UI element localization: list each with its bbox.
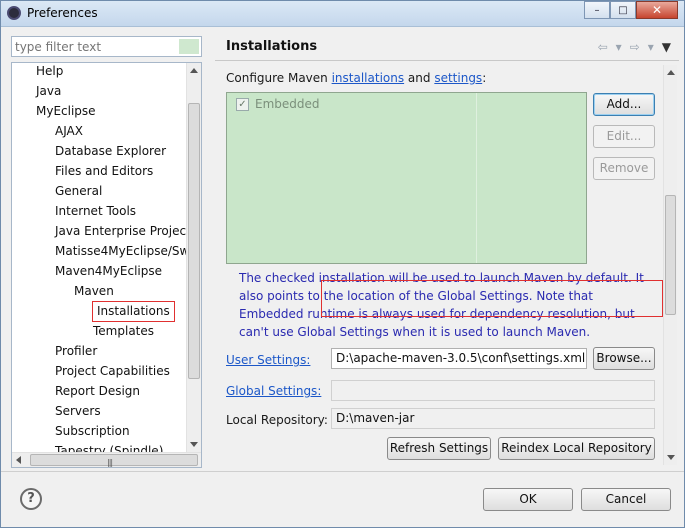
- reindex-repository-button[interactable]: Reindex Local Repository: [498, 437, 655, 460]
- tree-item[interactable]: Internet Tools: [55, 202, 136, 221]
- edit-button[interactable]: Edit...: [593, 125, 655, 148]
- maximize-button[interactable]: □: [610, 1, 636, 19]
- user-settings-input[interactable]: D:\apache-maven-3.0.5\conf\settings.xml: [331, 348, 587, 369]
- navigation-icons: ⇦ ▾ ⇨ ▾ ▼: [598, 40, 671, 54]
- tree-item[interactable]: Files and Editors: [55, 162, 153, 181]
- user-settings-label[interactable]: User Settings:: [226, 353, 310, 367]
- preference-tree: Help Java MyEclipse AJAX Database Explorer Fi…: [11, 62, 202, 468]
- filter-input[interactable]: [12, 37, 177, 56]
- local-repository-label: Local Repository:: [226, 413, 328, 427]
- tree-item[interactable]: Database Explorer: [55, 142, 166, 161]
- tree-item[interactable]: Java Enterprise Project: [55, 222, 191, 241]
- eclipse-icon: [7, 6, 21, 20]
- tree-item[interactable]: Servers: [55, 402, 101, 421]
- tree-item[interactable]: Report Design: [55, 382, 140, 401]
- colon-text: :: [482, 71, 487, 85]
- refresh-settings-button[interactable]: Refresh Settings: [387, 437, 491, 460]
- help-icon[interactable]: ?: [20, 488, 42, 510]
- user-settings-link[interactable]: User Settings:: [226, 353, 310, 367]
- tree-item[interactable]: Help: [36, 63, 63, 81]
- installations-page: Configure Maven installations and settin…: [215, 62, 679, 468]
- add-button[interactable]: Add...: [593, 93, 655, 116]
- page-header: Installations ⇦ ▾ ⇨ ▾ ▼: [215, 31, 679, 61]
- user-settings-highlight: [321, 280, 663, 317]
- installation-name: Embedded: [255, 97, 320, 111]
- window-title: Preferences: [27, 6, 98, 20]
- tree-item[interactable]: MyEclipse: [36, 102, 96, 121]
- page-vertical-scrollbar[interactable]: [663, 65, 677, 465]
- scroll-thumb[interactable]: [665, 195, 676, 315]
- scroll-left-icon[interactable]: [16, 456, 21, 464]
- scroll-up-icon[interactable]: [667, 70, 675, 75]
- back-arrow-icon[interactable]: ⇦: [598, 40, 608, 54]
- tree-item[interactable]: Maven4MyEclipse: [55, 262, 162, 281]
- column-separator: [476, 93, 477, 263]
- tree-item[interactable]: Java: [36, 82, 61, 101]
- scroll-thumb-horizontal[interactable]: |||: [30, 454, 198, 467]
- tree-horizontal-scrollbar[interactable]: |||: [12, 452, 201, 467]
- tree-item[interactable]: Project Capabilities: [55, 362, 170, 381]
- clear-filter-icon[interactable]: [179, 39, 199, 54]
- forward-arrow-icon[interactable]: ⇨: [630, 40, 640, 54]
- filter-field: [11, 36, 202, 57]
- installations-link[interactable]: installations: [332, 71, 405, 85]
- tree-item[interactable]: Maven: [74, 282, 114, 301]
- cancel-button[interactable]: Cancel: [581, 488, 671, 511]
- scroll-thumb[interactable]: [188, 103, 200, 379]
- title-bar[interactable]: Preferences – □ ✕: [1, 1, 684, 27]
- global-settings-link[interactable]: Global Settings:: [226, 384, 321, 398]
- configure-prefix: Configure Maven: [226, 71, 332, 85]
- scroll-down-icon[interactable]: [190, 442, 198, 447]
- footer-divider: [1, 471, 684, 472]
- remove-button[interactable]: Remove: [593, 157, 655, 180]
- tree-item[interactable]: Installations: [92, 301, 175, 322]
- view-menu-icon[interactable]: ▼: [662, 40, 671, 54]
- tree-item[interactable]: AJAX: [55, 122, 83, 141]
- ok-button[interactable]: OK: [483, 488, 573, 511]
- preferences-window: Preferences – □ ✕ HelpJavaMyEclipseAJAXD…: [0, 0, 685, 528]
- page-title: Installations: [226, 39, 318, 54]
- local-repository-input[interactable]: D:\maven-jar: [331, 408, 655, 429]
- installations-list[interactable]: ✓ Embedded: [226, 92, 587, 264]
- settings-link[interactable]: settings: [434, 71, 482, 85]
- caption-buttons: – □ ✕: [584, 1, 678, 20]
- close-button[interactable]: ✕: [636, 1, 678, 19]
- chevron-down-icon[interactable]: ▾: [648, 40, 654, 54]
- tree-item[interactable]: General: [55, 182, 102, 201]
- tree-item[interactable]: Subscription: [55, 422, 130, 441]
- browse-button[interactable]: Browse...: [593, 347, 655, 370]
- scroll-up-icon[interactable]: [190, 68, 198, 73]
- tree-item[interactable]: Profiler: [55, 342, 97, 361]
- tree-item[interactable]: Templates: [93, 322, 154, 341]
- and-text: and: [404, 71, 435, 85]
- embedded-checkbox[interactable]: ✓: [236, 97, 249, 111]
- global-settings-input[interactable]: [331, 380, 655, 401]
- scroll-down-icon[interactable]: [667, 455, 675, 460]
- tree-vertical-scrollbar[interactable]: [186, 63, 201, 452]
- chevron-down-icon[interactable]: ▾: [616, 40, 622, 54]
- global-settings-label[interactable]: Global Settings:: [226, 384, 321, 398]
- configure-maven-text: Configure Maven installations and settin…: [226, 71, 486, 85]
- tree-item[interactable]: Matisse4MyEclipse/Sw: [55, 242, 189, 261]
- installation-row[interactable]: ✓ Embedded: [236, 97, 320, 111]
- minimize-button[interactable]: –: [584, 1, 610, 19]
